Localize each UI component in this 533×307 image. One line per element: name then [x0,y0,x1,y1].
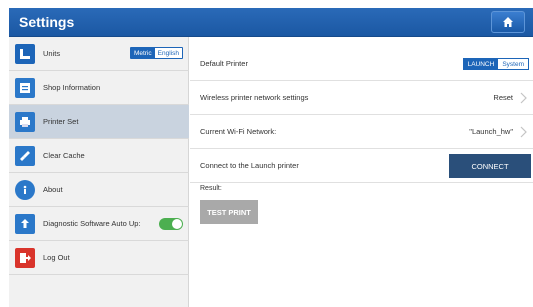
printer-option-launch[interactable]: LAUNCH [463,59,499,69]
default-printer-row: Default Printer LAUNCH System [190,47,533,81]
sidebar-item-shop-information[interactable]: Shop Information [9,71,189,105]
sidebar-item-log-out[interactable]: Log Out [9,241,189,275]
units-toggle[interactable]: Metric English [129,47,183,59]
sidebar-item-label: Diagnostic Software Auto Up: [43,219,141,228]
sidebar-item-clear-cache[interactable]: Clear Cache [9,139,189,173]
sidebar-item-printer-set[interactable]: Printer Set [9,105,189,139]
printer-icon [15,111,35,132]
printer-option-system[interactable]: System [498,59,528,69]
chevron-right-icon [520,92,527,104]
current-wifi-label: Current Wi-Fi Network: [200,127,277,136]
info-icon [15,179,35,200]
home-icon [503,17,513,27]
connect-printer-row: Connect to the Launch printer CONNECT [190,149,533,183]
page-title: Settings [19,14,75,30]
settings-window: Settings Units Metric English Shop Infor… [0,0,533,307]
sidebar-item-units[interactable]: Units Metric English [9,37,189,71]
wireless-settings-label: Wireless printer network settings [200,93,309,102]
broom-icon [15,145,35,166]
shop-info-icon [15,77,35,98]
auto-update-switch[interactable] [159,218,183,230]
sidebar-item-auto-update[interactable]: Diagnostic Software Auto Up: [9,207,189,241]
test-print-button[interactable]: TEST PRINT [200,200,258,224]
switch-knob [172,219,182,229]
sidebar: Units Metric English Shop Information Pr… [9,37,189,307]
sidebar-item-label: Log Out [43,253,70,262]
sidebar-item-label: Shop Information [43,83,101,92]
result-label: Result: [200,185,222,192]
wireless-settings-row[interactable]: Wireless printer network settings Reset [190,81,533,115]
units-option-english[interactable]: English [154,48,182,58]
sidebar-item-label: Printer Set [43,117,79,126]
sidebar-item-about[interactable]: About [9,173,189,207]
printer-settings-panel: Default Printer LAUNCH System Wireless p… [190,37,533,307]
ruler-icon [15,43,35,64]
logout-icon [15,247,35,268]
default-printer-toggle[interactable]: LAUNCH System [462,58,529,70]
sidebar-item-label: Clear Cache [43,151,85,160]
home-button[interactable] [491,11,525,33]
units-option-metric[interactable]: Metric [130,48,155,58]
sidebar-item-label: Units [43,49,61,58]
connect-button[interactable]: CONNECT [449,154,531,178]
upload-icon [15,213,35,234]
sidebar-item-label: About [43,185,63,194]
title-bar: Settings [9,8,533,37]
default-printer-label: Default Printer [200,59,248,68]
current-wifi-value: "Launch_hw" [469,127,513,136]
current-wifi-row[interactable]: Current Wi-Fi Network: "Launch_hw" [190,115,533,149]
wireless-settings-value: Reset [493,93,513,102]
connect-printer-label: Connect to the Launch printer [200,161,299,170]
chevron-right-icon [520,126,527,138]
